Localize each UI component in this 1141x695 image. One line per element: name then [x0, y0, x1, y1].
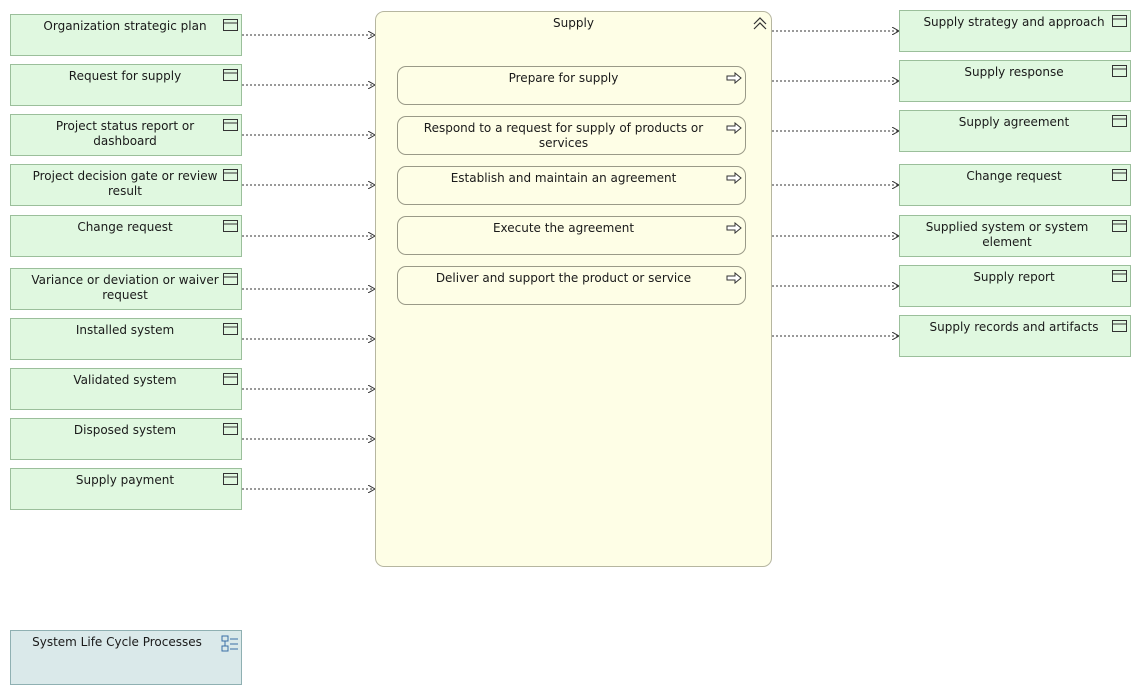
- output-object[interactable]: Supply agreement: [899, 110, 1131, 152]
- output-object[interactable]: Supply response: [899, 60, 1131, 102]
- input-label: Supply payment: [75, 473, 175, 487]
- subprocess-label: Establish and maintain an agreement: [450, 171, 677, 185]
- input-object[interactable]: Supply payment: [10, 468, 242, 510]
- grouping-box[interactable]: System Life Cycle Processes: [10, 630, 242, 685]
- process-arrow-icon: [726, 271, 742, 287]
- business-object-icon: [1112, 270, 1127, 285]
- subprocess[interactable]: Execute the agreement: [397, 216, 746, 255]
- input-label: Variance or deviation or waiver request: [31, 273, 219, 302]
- business-object-icon: [1112, 220, 1127, 235]
- output-object[interactable]: Supplied system or system element: [899, 215, 1131, 257]
- business-object-icon: [223, 423, 238, 438]
- business-object-icon: [223, 373, 238, 388]
- input-label: Disposed system: [73, 423, 177, 437]
- subprocess-label: Execute the agreement: [492, 221, 635, 235]
- supply-process[interactable]: Supply Prepare for supply Respond to a r…: [375, 11, 772, 567]
- subprocess-label: Respond to a request for supply of produ…: [423, 121, 704, 150]
- output-label: Supply response: [964, 65, 1064, 79]
- business-object-icon: [1112, 115, 1127, 130]
- output-label: Supply report: [973, 270, 1055, 284]
- input-object[interactable]: Project decision gate or review result: [10, 164, 242, 206]
- process-arrow-icon: [726, 71, 742, 87]
- business-object-icon: [1112, 65, 1127, 80]
- input-object[interactable]: Project status report or dashboard: [10, 114, 242, 156]
- business-object-icon: [223, 19, 238, 34]
- business-object-icon: [223, 169, 238, 184]
- input-label: Project status report or dashboard: [55, 119, 195, 148]
- input-object[interactable]: Request for supply: [10, 64, 242, 106]
- subprocess[interactable]: Respond to a request for supply of produ…: [397, 116, 746, 155]
- business-object-icon: [223, 273, 238, 288]
- business-object-icon: [223, 119, 238, 134]
- grouping-icon: [221, 635, 239, 656]
- business-object-icon: [1112, 15, 1127, 30]
- business-object-icon: [223, 323, 238, 338]
- output-label: Supply strategy and approach: [923, 15, 1105, 29]
- input-object[interactable]: Installed system: [10, 318, 242, 360]
- business-object-icon: [1112, 169, 1127, 184]
- process-arrow-icon: [726, 171, 742, 187]
- output-label: Change request: [966, 169, 1062, 183]
- output-label: Supply agreement: [958, 115, 1070, 129]
- process-arrow-icon: [726, 121, 742, 137]
- output-label: Supply records and artifacts: [929, 320, 1099, 334]
- subprocess[interactable]: Establish and maintain an agreement: [397, 166, 746, 205]
- input-label: Validated system: [73, 373, 177, 387]
- input-label: Request for supply: [68, 69, 182, 83]
- input-label: Organization strategic plan: [43, 19, 207, 33]
- business-object-icon: [223, 69, 238, 84]
- input-object[interactable]: Variance or deviation or waiver request: [10, 268, 242, 310]
- grouping-label: System Life Cycle Processes: [32, 635, 202, 649]
- output-object[interactable]: Supply report: [899, 265, 1131, 307]
- subprocess-label: Deliver and support the product or servi…: [435, 271, 692, 285]
- collapse-chevron-icon[interactable]: [753, 16, 767, 33]
- input-label: Change request: [77, 220, 173, 234]
- supply-process-title: Supply: [553, 16, 594, 30]
- subprocess-label: Prepare for supply: [508, 71, 619, 85]
- business-object-icon: [1112, 320, 1127, 335]
- business-object-icon: [223, 473, 238, 488]
- input-object[interactable]: Organization strategic plan: [10, 14, 242, 56]
- output-label: Supplied system or system element: [925, 220, 1089, 249]
- input-object[interactable]: Disposed system: [10, 418, 242, 460]
- input-label: Installed system: [75, 323, 175, 337]
- output-object[interactable]: Supply strategy and approach: [899, 10, 1131, 52]
- subprocess[interactable]: Deliver and support the product or servi…: [397, 266, 746, 305]
- input-label: Project decision gate or review result: [32, 169, 218, 198]
- process-arrow-icon: [726, 221, 742, 237]
- output-object[interactable]: Supply records and artifacts: [899, 315, 1131, 357]
- subprocess[interactable]: Prepare for supply: [397, 66, 746, 105]
- input-object[interactable]: Validated system: [10, 368, 242, 410]
- input-object[interactable]: Change request: [10, 215, 242, 257]
- output-object[interactable]: Change request: [899, 164, 1131, 206]
- business-object-icon: [223, 220, 238, 235]
